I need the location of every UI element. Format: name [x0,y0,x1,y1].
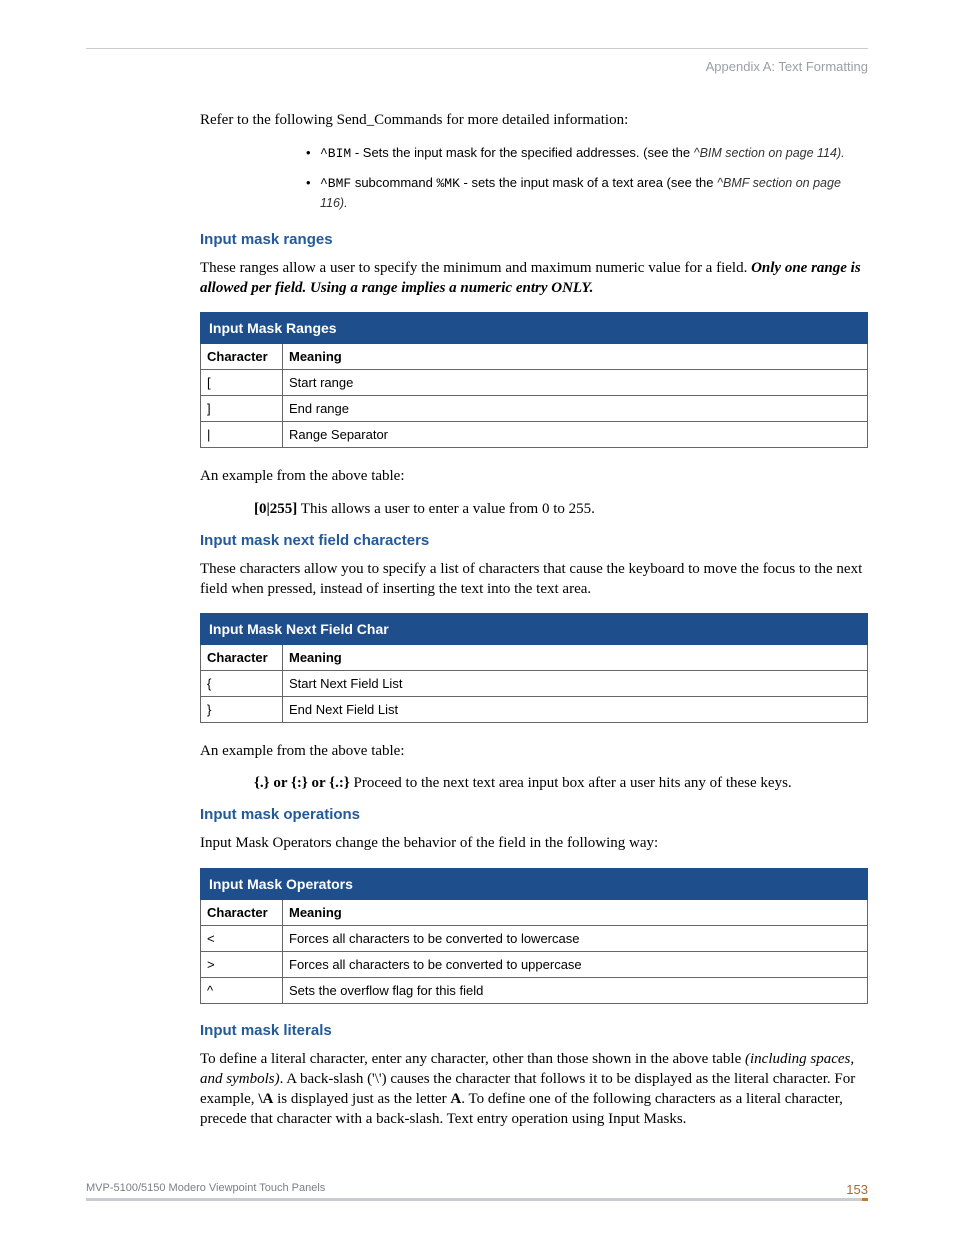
code-text: ^BMF [320,176,351,191]
heading-mask-literals: Input mask literals [200,1022,868,1039]
table-next-field-char: Input Mask Next Field Char Character Mea… [200,613,868,723]
heading-input-mask-ranges: Input mask ranges [200,231,868,248]
cell-character: } [201,697,283,723]
example-line: {.} or {:} or {.:} Proceed to the next t… [254,775,868,792]
bold-text: A [450,1091,461,1107]
body-text: To define a literal character, enter any… [200,1051,745,1067]
example-text: Proceed to the next text area input box … [350,775,792,791]
table-header-row: Character Meaning [201,645,868,671]
table-header-row: Character Meaning [201,344,868,370]
table-row: [Start range [201,370,868,396]
intro-paragraph: Refer to the following Send_Commands for… [200,110,868,130]
col-header-meaning: Meaning [283,344,868,370]
page-number: 153 [846,1182,868,1197]
table-title: Input Mask Ranges [201,313,868,344]
page-header: Appendix A: Text Formatting [86,59,868,74]
command-list: ^BIM - Sets the input mask for the speci… [306,144,868,213]
cell-meaning: Forces all characters to be converted to… [283,925,868,951]
cell-character: > [201,951,283,977]
body-text: - Sets the input mask for the specified … [351,145,694,160]
code-text: ^BIM [320,146,351,161]
italic-text: ^BMF [717,176,749,190]
col-header-meaning: Meaning [283,645,868,671]
cell-character: ] [201,396,283,422]
cell-character: < [201,925,283,951]
bold-text: \A [258,1091,273,1107]
table-row: >Forces all characters to be converted t… [201,951,868,977]
col-header-character: Character [201,344,283,370]
example-text: This allows a user to enter a value from… [297,501,595,517]
col-header-character: Character [201,645,283,671]
list-item: ^BMF subcommand %MK - sets the input mas… [306,174,868,213]
cell-meaning: End Next Field List [283,697,868,723]
table-row: {Start Next Field List [201,671,868,697]
table-mask-operators: Input Mask Operators Character Meaning <… [200,868,868,1004]
table-title: Input Mask Next Field Char [201,614,868,645]
footer-rule [86,1198,868,1201]
table-row: ^Sets the overflow flag for this field [201,977,868,1003]
example-intro: An example from the above table: [200,466,868,486]
table-row: ]End range [201,396,868,422]
example-intro: An example from the above table: [200,741,868,761]
body-paragraph: These characters allow you to specify a … [200,559,868,600]
table-header-row: Character Meaning [201,899,868,925]
table-row: <Forces all characters to be converted t… [201,925,868,951]
content: Refer to the following Send_Commands for… [200,110,868,1130]
heading-mask-operations: Input mask operations [200,806,868,823]
cell-meaning: End range [283,396,868,422]
cell-character: [ [201,370,283,396]
body-paragraph: To define a literal character, enter any… [200,1049,868,1130]
col-header-meaning: Meaning [283,899,868,925]
body-paragraph: Input Mask Operators change the behavior… [200,833,868,853]
code-text: %MK [436,176,459,191]
table-row: }End Next Field List [201,697,868,723]
cell-meaning: Sets the overflow flag for this field [283,977,868,1003]
table-title: Input Mask Operators [201,868,868,899]
list-item: ^BIM - Sets the input mask for the speci… [306,144,868,164]
col-header-character: Character [201,899,283,925]
footer-text: MVP-5100/5150 Modero Viewpoint Touch Pan… [86,1182,325,1194]
cell-meaning: Start Next Field List [283,671,868,697]
table-input-mask-ranges: Input Mask Ranges Character Meaning [Sta… [200,312,868,448]
table-title-row: Input Mask Next Field Char [201,614,868,645]
table-title-row: Input Mask Operators [201,868,868,899]
table-row: |Range Separator [201,422,868,448]
table-title-row: Input Mask Ranges [201,313,868,344]
page: Appendix A: Text Formatting Refer to the… [0,0,954,1235]
body-text: - sets the input mask of a text area (se… [460,175,717,190]
heading-next-field-chars: Input mask next field characters [200,532,868,549]
italic-text: ^BIM [694,146,722,160]
rule-top [86,48,868,49]
cell-character: { [201,671,283,697]
example-bold: [0|255] [254,501,297,517]
page-footer: MVP-5100/5150 Modero Viewpoint Touch Pan… [86,1182,868,1201]
cell-meaning: Range Separator [283,422,868,448]
cell-character: ^ [201,977,283,1003]
body-text: section on page 114). [722,146,845,160]
body-text: subcommand [351,175,436,190]
cell-meaning: Forces all characters to be converted to… [283,951,868,977]
example-line: [0|255] This allows a user to enter a va… [254,501,868,518]
body-text: is displayed just as the letter [273,1091,450,1107]
body-text: These ranges allow a user to specify the… [200,260,751,276]
body-paragraph: These ranges allow a user to specify the… [200,258,868,299]
cell-meaning: Start range [283,370,868,396]
cell-character: | [201,422,283,448]
example-bold: {.} or {:} or {.:} [254,775,350,791]
